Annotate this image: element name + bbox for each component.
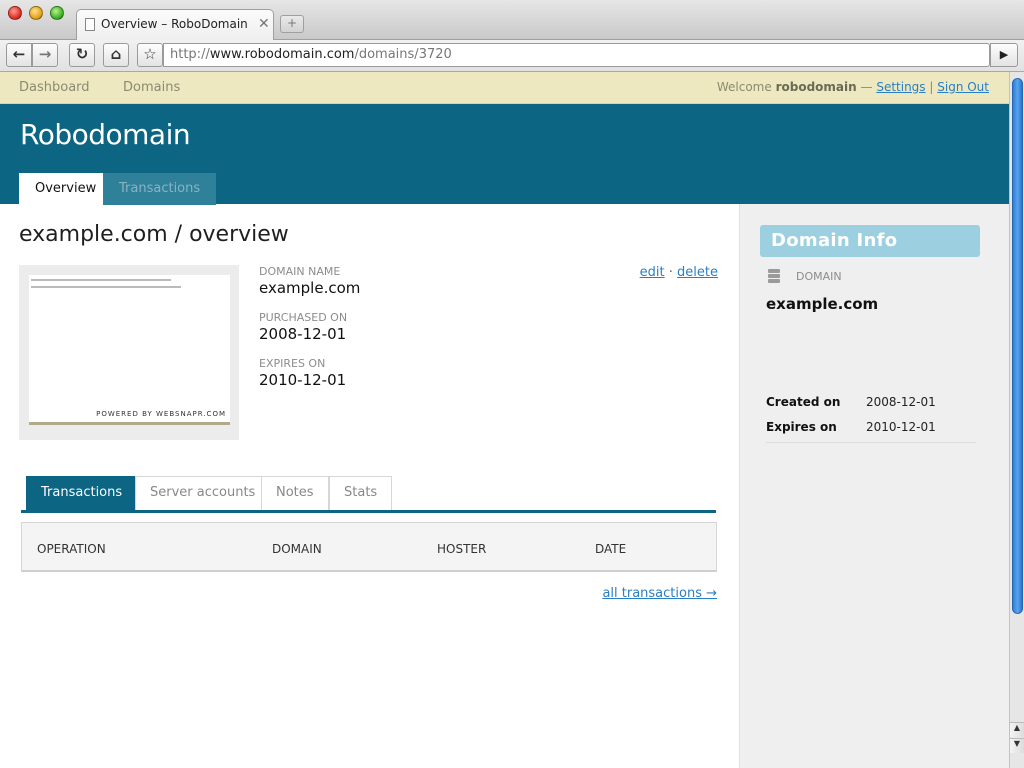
column-header-operation: OPERATION: [37, 542, 106, 556]
actions-separator: ·: [668, 265, 673, 280]
thumbnail-credit: POWERED BY WEBSNAPR.COM: [96, 410, 226, 418]
sidebar-title: Domain Info: [760, 225, 980, 257]
scroll-up-arrow-icon[interactable]: ▲: [1010, 722, 1024, 737]
column-header-hoster: HOSTER: [437, 542, 487, 556]
domain-info-sidebar: Domain Info Domain example.com Created o…: [739, 204, 1009, 768]
delete-link[interactable]: delete: [677, 265, 718, 280]
page-title: example.com / overview: [19, 222, 289, 247]
column-header-date: DATE: [595, 542, 627, 556]
site-header: Robodomain Overview Transactions: [0, 104, 1009, 205]
sidebar-section-label: Domain: [796, 270, 842, 283]
sidebar-expires-on-label: Expires on: [766, 420, 837, 434]
subtab-notes[interactable]: Notes: [261, 476, 329, 510]
tab-overview[interactable]: Overview: [19, 173, 113, 205]
sidebar-domain-name: example.com: [766, 295, 879, 313]
nav-dashboard-link[interactable]: Dashboard: [19, 80, 90, 95]
welcome-area: Welcome robodomain — Settings | Sign Out: [717, 80, 989, 94]
url-path: /domains/3720: [354, 47, 452, 62]
zoom-window-button[interactable]: [50, 6, 64, 20]
purchased-on-label: Purchased on: [259, 311, 348, 324]
browser-toolbar: ← → ↻ ⌂ ☆ http://www.robodomain.com/doma…: [0, 40, 1024, 72]
domain-actions: edit · delete: [640, 265, 718, 280]
vertical-scrollbar[interactable]: ▲ ▼: [1009, 72, 1024, 768]
column-header-domain: DOMAIN: [272, 542, 322, 556]
settings-link[interactable]: Settings: [876, 80, 925, 94]
subtab-transactions[interactable]: Transactions: [26, 476, 138, 510]
page-icon: [85, 18, 95, 31]
thumbnail-text-line: [31, 286, 181, 288]
sign-out-link[interactable]: Sign Out: [937, 80, 989, 94]
purchased-on-value: 2008-12-01: [259, 325, 347, 343]
expires-on-value: 2010-12-01: [259, 371, 347, 389]
new-tab-button[interactable]: +: [280, 15, 304, 33]
minimize-window-button[interactable]: [29, 6, 43, 20]
site-thumbnail: POWERED BY WEBSNAPR.COM: [19, 265, 239, 440]
created-on-value: 2008-12-01: [866, 395, 936, 409]
sidebar-divider: [766, 442, 976, 443]
expires-on-label: Expires on: [259, 357, 326, 370]
created-on-label: Created on: [766, 395, 841, 409]
url-scheme: http://: [170, 47, 210, 62]
site-topnav: Dashboard Domains Welcome robodomain — S…: [0, 72, 1009, 104]
subtab-stats[interactable]: Stats: [329, 476, 393, 510]
page-viewport: Dashboard Domains Welcome robodomain — S…: [0, 72, 1009, 768]
sidebar-expires-on-value: 2010-12-01: [866, 420, 936, 434]
address-bar[interactable]: http://www.robodomain.com/domains/3720: [163, 43, 990, 67]
go-button[interactable]: ▶: [990, 43, 1018, 67]
domain-name-value: example.com: [259, 279, 361, 297]
tab-transactions[interactable]: Transactions: [103, 173, 217, 205]
browser-titlebar: Overview – RoboDomain ✕ +: [0, 0, 1024, 40]
username: robodomain: [775, 80, 857, 94]
bookmark-star-icon[interactable]: ☆: [137, 43, 163, 67]
tab-title: Overview – RoboDomain: [101, 17, 248, 31]
close-tab-icon[interactable]: ✕: [258, 16, 270, 32]
reload-button[interactable]: ↻: [69, 43, 95, 67]
scrollbar-thumb[interactable]: [1012, 78, 1023, 614]
url-host: www.robodomain.com: [209, 47, 355, 62]
all-transactions-link[interactable]: all transactions →: [602, 586, 717, 601]
home-button[interactable]: ⌂: [103, 43, 129, 67]
nav-domains-link[interactable]: Domains: [123, 80, 180, 95]
detail-tabs: Transactions Server accounts Notes Stats: [21, 476, 716, 513]
close-window-button[interactable]: [8, 6, 22, 20]
browser-tab[interactable]: Overview – RoboDomain ✕: [76, 9, 274, 40]
subtab-server-accounts[interactable]: Server accounts: [135, 476, 271, 510]
domain-name-label: Domain name: [259, 265, 341, 278]
site-logo[interactable]: Robodomain: [20, 118, 191, 151]
forward-button[interactable]: →: [32, 43, 58, 67]
welcome-dash: —: [860, 80, 873, 94]
welcome-separator: |: [929, 80, 934, 94]
welcome-text: Welcome: [716, 80, 772, 94]
back-button[interactable]: ←: [6, 43, 32, 67]
database-icon: [768, 269, 780, 285]
transactions-table: OPERATION DOMAIN HOSTER DATE: [21, 522, 717, 572]
edit-link[interactable]: edit: [640, 265, 665, 280]
scroll-down-arrow-icon[interactable]: ▼: [1010, 738, 1024, 753]
thumbnail-screen: POWERED BY WEBSNAPR.COM: [29, 275, 230, 425]
thumbnail-text-line: [31, 279, 171, 281]
